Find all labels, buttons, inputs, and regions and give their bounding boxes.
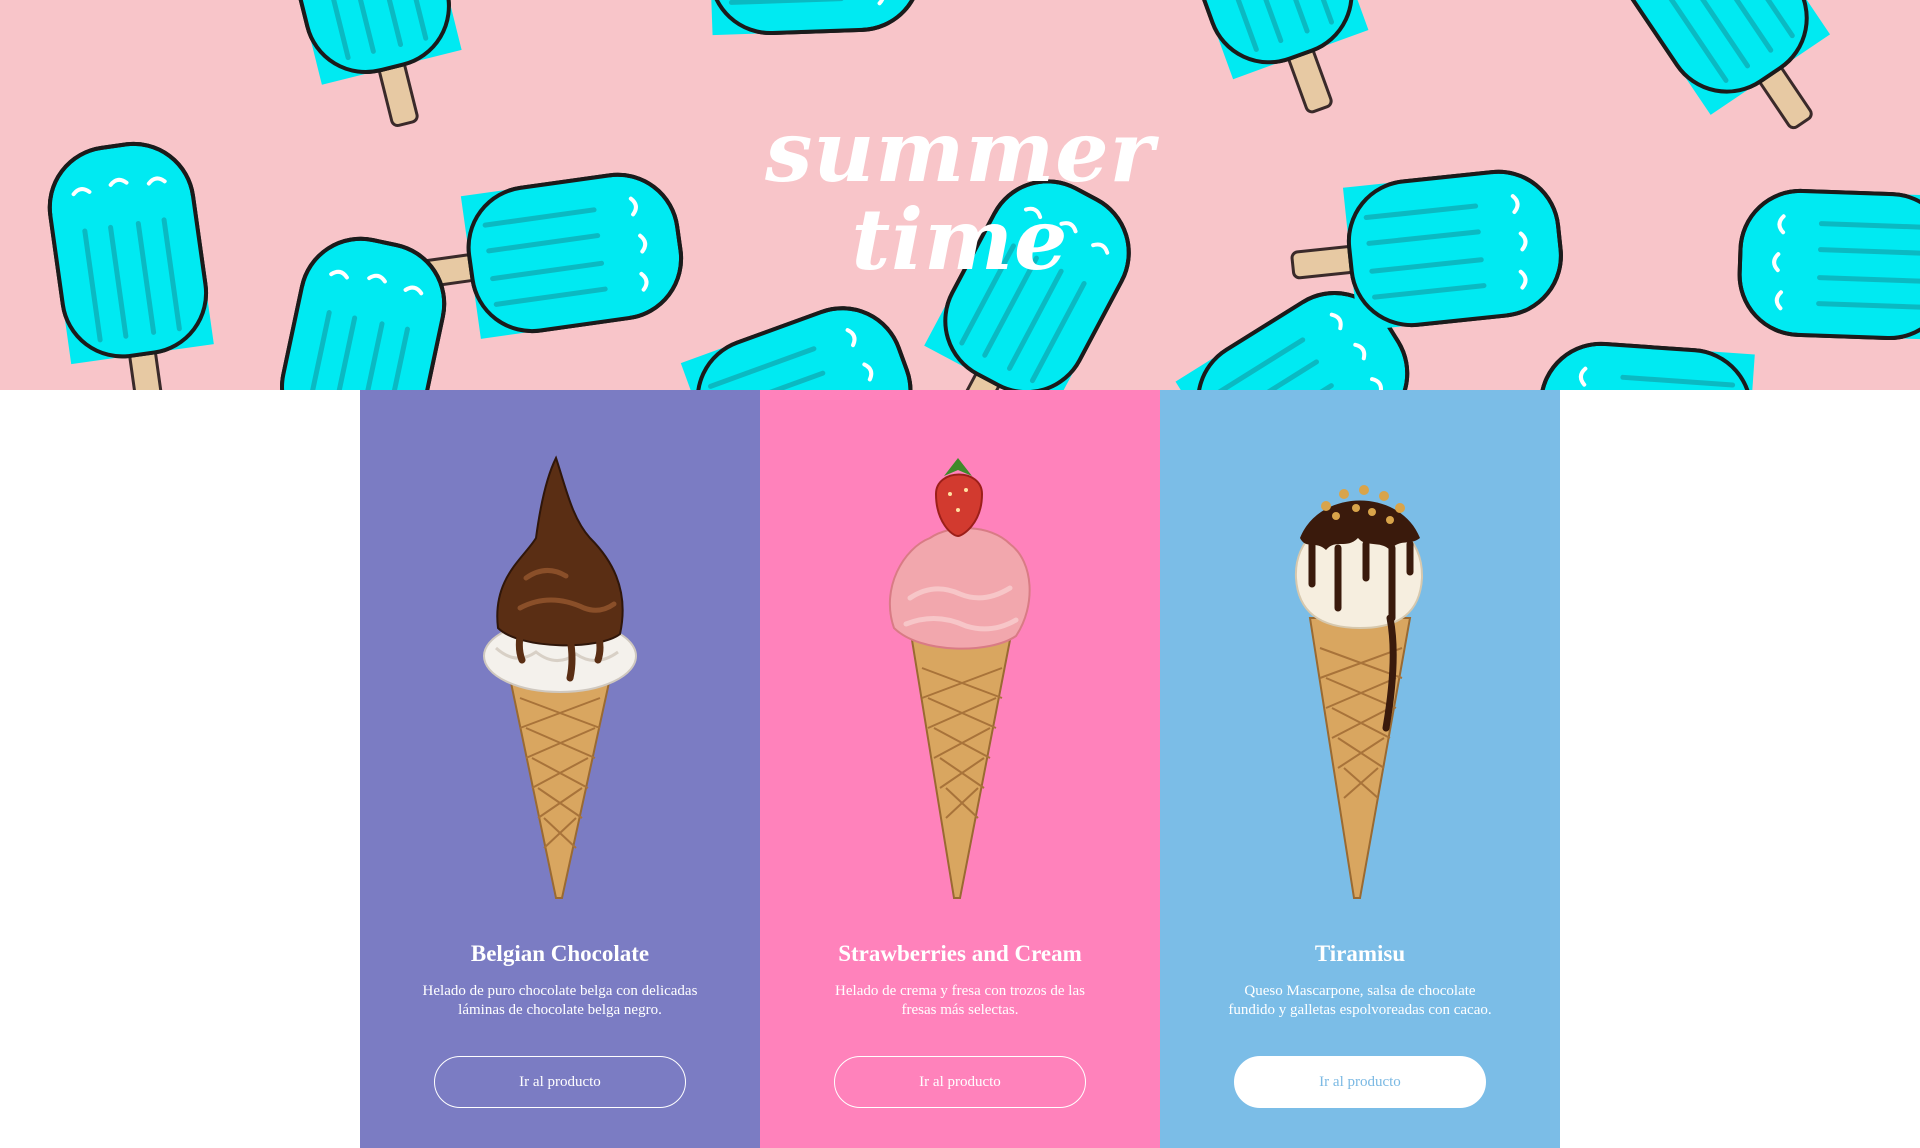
go-to-product-button[interactable]: Ir al producto: [434, 1056, 686, 1108]
popsicle-icon: [1535, 340, 1812, 390]
product-card-strawberries-and-cream: Strawberries and Cream Helado de crema y…: [760, 390, 1160, 1148]
product-card-tiramisu: Tiramisu Queso Mascarpone, salsa de choc…: [1160, 390, 1560, 1148]
product-name: Belgian Chocolate: [470, 941, 650, 966]
hero-banner: summer time: [0, 0, 1920, 390]
go-to-product-button[interactable]: Ir al producto: [1234, 1056, 1486, 1108]
hero-title-line-2: time: [851, 190, 1069, 289]
popsicle-icon: [626, 291, 927, 390]
product-description: Helado de crema y fresa con trozos de la…: [835, 983, 1085, 1018]
product-description: Helado de puro chocolate belga con delic…: [422, 983, 698, 1018]
go-to-product-button[interactable]: Ir al producto: [834, 1056, 1086, 1108]
product-description: Queso Mascarpone, salsa de chocolate fun…: [1228, 983, 1492, 1018]
strawberry-cone-icon: [888, 458, 1031, 899]
popsicle-icon: [650, 0, 923, 37]
product-name: Strawberries and Cream: [838, 941, 1082, 966]
product-card-belgian-chocolate: Belgian Chocolate Helado de puro chocola…: [360, 390, 760, 1148]
hero-title-line-1: summer: [765, 102, 1155, 201]
product-name: Tiramisu: [1314, 941, 1406, 966]
hero-title: summer time: [0, 108, 1920, 284]
product-cards: Belgian Chocolate Helado de puro chocola…: [360, 390, 1560, 1148]
chocolate-cone-icon: [483, 455, 637, 899]
tiramisu-cone-icon: [1294, 485, 1424, 899]
